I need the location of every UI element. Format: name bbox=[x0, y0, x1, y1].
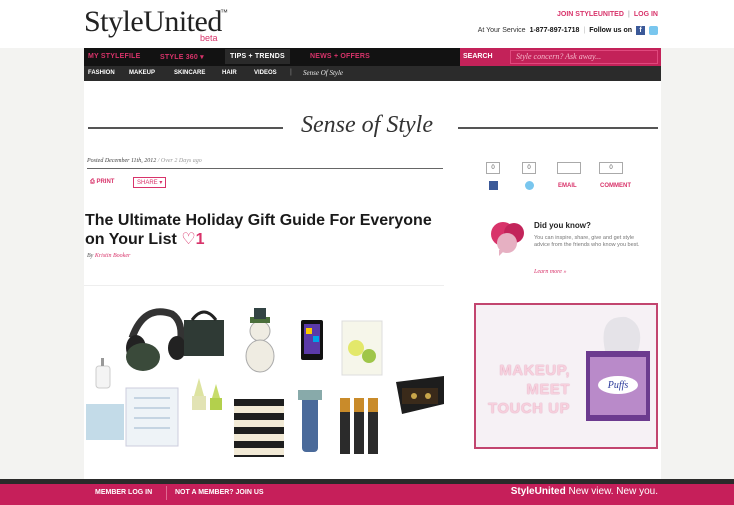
speech-bubbles-icon bbox=[491, 222, 524, 256]
comment-count: 0 bbox=[599, 162, 623, 174]
logo-beta: beta bbox=[200, 33, 218, 43]
watch-box-product bbox=[396, 376, 444, 414]
ad-brand: Puffs bbox=[607, 380, 629, 391]
facebook-icon[interactable]: f bbox=[636, 26, 645, 35]
razor-product bbox=[298, 390, 322, 452]
print-button[interactable]: ⎙ PRINT bbox=[90, 179, 114, 186]
twitter-icon[interactable] bbox=[649, 26, 658, 35]
sub-nav: FASHION MAKEUP SKINCARE HAIR VIDEOS | Se… bbox=[84, 66, 661, 81]
posted-divider bbox=[87, 168, 443, 169]
email-count bbox=[557, 162, 581, 174]
nav-news-offers[interactable]: NEWS + OFFERS bbox=[310, 53, 370, 60]
page: StyleUnited ™ beta JOIN STYLEUNITED | LOG … bbox=[0, 0, 734, 505]
service-line: At Your Service 1-877-897-1718 | Follow … bbox=[478, 26, 658, 35]
byline: By Kristin Booker bbox=[87, 253, 130, 259]
subnav-videos[interactable]: VIDEOS bbox=[254, 70, 277, 76]
facebook-count: 0 bbox=[486, 162, 500, 174]
search-label: SEARCH bbox=[463, 53, 493, 60]
article-title: The Ultimate Holiday Gift Guide For Ever… bbox=[85, 211, 440, 249]
join-link[interactable]: JOIN STYLEUNITED bbox=[557, 11, 624, 18]
gift-collage-illustration bbox=[86, 308, 444, 457]
bag-product bbox=[184, 320, 224, 356]
breadcrumb[interactable]: Sense Of Style bbox=[303, 69, 343, 77]
author-link[interactable]: Kristin Booker bbox=[95, 253, 131, 259]
subnav-makeup[interactable]: MAKEUP bbox=[129, 70, 155, 76]
twitter-count: 0 bbox=[522, 162, 536, 174]
batteries-product bbox=[340, 398, 378, 454]
account-links: JOIN STYLEUNITED | LOG IN bbox=[557, 11, 658, 18]
nav-style-360[interactable]: STYLE 360 ▾ bbox=[160, 53, 204, 61]
footer-slogan: New view. New you. bbox=[568, 486, 658, 497]
logo-trademark: ™ bbox=[220, 8, 228, 17]
subnav-hair[interactable]: HAIR bbox=[222, 70, 237, 76]
soap-pump-product bbox=[95, 358, 111, 389]
did-you-know-title: Did you know? bbox=[534, 221, 591, 230]
subnav-fashion[interactable]: FASHION bbox=[88, 70, 115, 76]
follow-text: Follow us on bbox=[589, 27, 632, 34]
puffs-advertisement[interactable]: Puffs MAKEUP, MEET TOUCH UP bbox=[474, 303, 658, 449]
phone-number: 1-877-897-1718 bbox=[529, 27, 580, 34]
join-us-link[interactable]: NOT A MEMBER? JOIN US bbox=[175, 489, 264, 496]
section-title: Sense of Style bbox=[301, 112, 433, 138]
twitter-share-icon[interactable] bbox=[525, 181, 534, 190]
share-button[interactable]: SHARE ▾ bbox=[133, 177, 167, 188]
subnav-skincare[interactable]: SKINCARE bbox=[174, 70, 205, 76]
login-link[interactable]: LOG IN bbox=[634, 11, 658, 18]
footer-top-strip bbox=[0, 479, 734, 484]
service-text: At Your Service bbox=[477, 27, 526, 34]
like-count: 1 bbox=[195, 231, 205, 248]
candle-product bbox=[192, 378, 222, 410]
article-title-text: The Ultimate Holiday Gift Guide For Ever… bbox=[85, 212, 432, 248]
ad-headline: MAKEUP, MEET TOUCH UP bbox=[487, 362, 570, 417]
nav-tips-trends[interactable]: TIPS + TRENDS bbox=[225, 49, 290, 64]
learn-more-link[interactable]: Learn more » bbox=[534, 269, 566, 275]
comment-link[interactable]: COMMENT bbox=[600, 183, 631, 189]
posted-ago: / Over 2 Days ago bbox=[157, 158, 202, 164]
compact-product bbox=[126, 343, 160, 371]
basket-product bbox=[234, 399, 284, 457]
main-nav: MY STYLEFILE STYLE 360 ▾ TIPS + TRENDS N… bbox=[84, 48, 661, 66]
search-input[interactable]: Style concern? Ask away... bbox=[510, 50, 658, 64]
byline-prefix: By bbox=[87, 253, 94, 259]
facebook-share-icon[interactable] bbox=[489, 181, 498, 190]
napkin-product bbox=[125, 387, 179, 447]
member-login-link[interactable]: MEMBER LOG IN bbox=[95, 489, 152, 496]
snowman-cookie-product bbox=[245, 308, 275, 373]
heart-icon[interactable]: ♡ bbox=[181, 231, 195, 248]
footer-tagline: StyleUnited New view. New you. bbox=[511, 486, 658, 497]
posted-date: Posted December 11th, 2012 / Over 2 Days… bbox=[87, 158, 202, 164]
posted-text: Posted December 11th, 2012 bbox=[87, 158, 157, 164]
subnav-separator: | bbox=[290, 69, 292, 76]
nav-my-stylefile[interactable]: MY STYLEFILE bbox=[88, 53, 140, 60]
footer-separator bbox=[166, 486, 167, 500]
email-share-link[interactable]: EMAIL bbox=[558, 183, 577, 189]
towel-product bbox=[86, 404, 124, 440]
footer-brand: StyleUnited bbox=[510, 486, 566, 497]
did-you-know-text: You can inspire, share, give and get sty… bbox=[534, 235, 640, 248]
gift-guide-image bbox=[84, 285, 444, 479]
